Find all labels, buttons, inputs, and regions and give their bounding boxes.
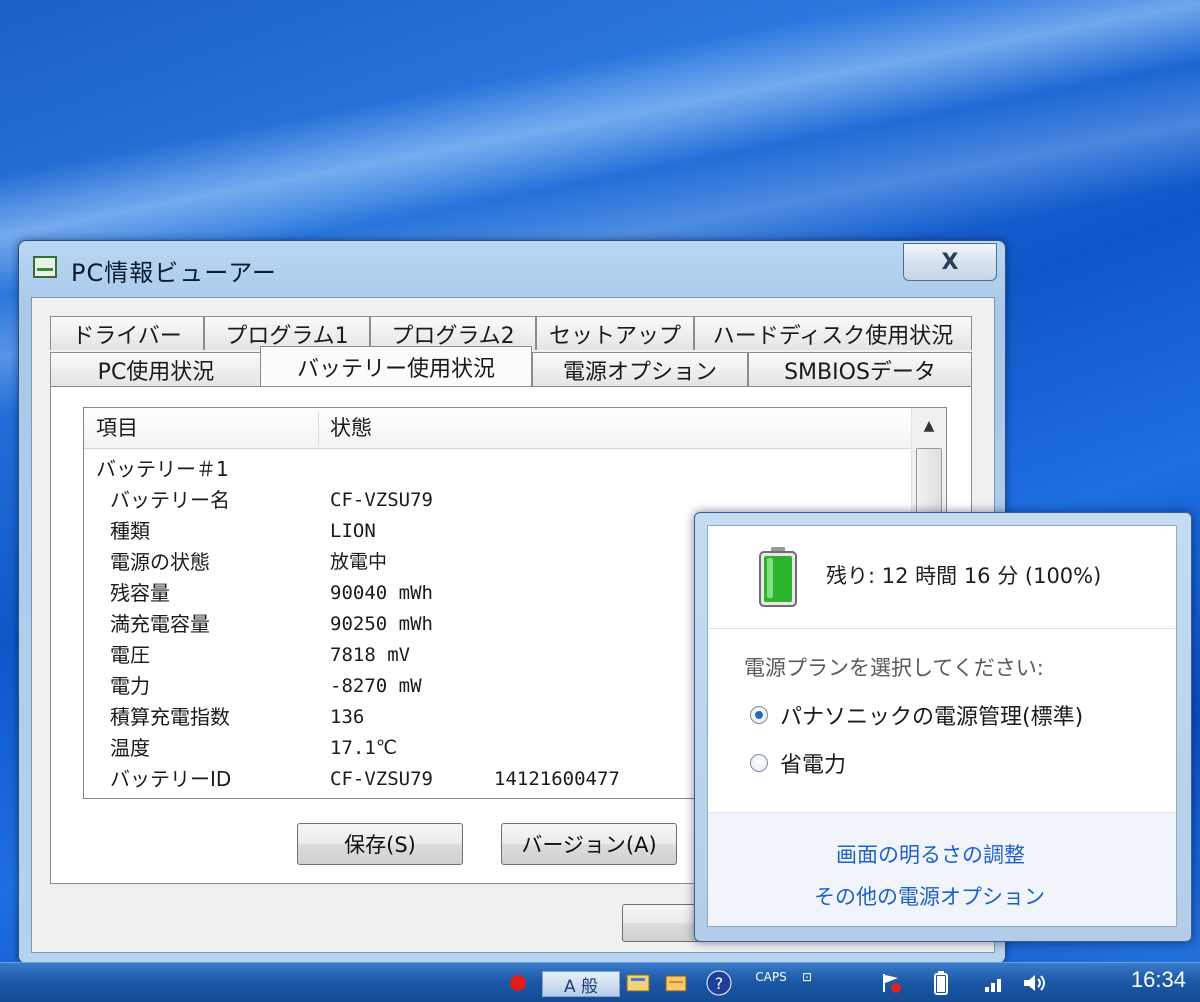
more-power-options-link[interactable]: その他の電源オプション [814, 881, 1045, 911]
adjust-brightness-link[interactable]: 画面の明るさの調整 [836, 839, 1025, 869]
battery-flyout-content: 残り: 12 時間 16 分 (100%) 電源プランを選択してください: パナ… [707, 525, 1177, 927]
app-icon [33, 256, 57, 278]
tab-program1[interactable]: プログラム1 [204, 316, 370, 350]
flyout-links-area: 画面の明るさの調整 その他の電源オプション [708, 812, 1176, 926]
row-key: 満充電容量 [110, 612, 210, 636]
version-button[interactable]: バージョン(A) [501, 823, 677, 865]
row-key: バッテリー名 [110, 488, 230, 512]
group-label: バッテリー＃1 [96, 457, 229, 481]
row-value: 7818 mV [330, 644, 411, 666]
row-value: CF-VZSU79 [330, 489, 433, 511]
row-extra-value: 14121600477 [494, 768, 620, 790]
row-value: 放電中 [330, 551, 388, 573]
row-key: 種類 [110, 519, 150, 543]
scroll-up-arrow-icon[interactable]: ▲ [912, 408, 946, 444]
power-plan-label: パナソニックの電源管理(標準) [780, 705, 1084, 730]
row-value: 136 [330, 706, 365, 728]
flyout-divider [708, 628, 1176, 629]
taskbar-clock[interactable]: 16:34 [1131, 967, 1186, 993]
column-divider[interactable] [318, 412, 319, 446]
row-key: 温度 [110, 736, 150, 760]
power-plan-option-power-saver[interactable]: 省電力 [750, 746, 846, 780]
radio-unselected-icon[interactable] [750, 754, 768, 772]
close-button[interactable]: X [903, 243, 997, 281]
list-header: 項目 状態 [84, 408, 912, 449]
row-value: -8270 mW [330, 675, 422, 697]
row-key: 積算充電指数 [110, 705, 230, 729]
caps-lock-indicator: CAPS [755, 970, 787, 984]
ime-dictionary-icon[interactable] [662, 971, 690, 995]
battery-icon [759, 547, 797, 607]
power-plan-prompt: 電源プランを選択してください: [744, 656, 1044, 680]
column-header-status[interactable]: 状態 [330, 408, 372, 448]
tab-battery-usage[interactable]: バッテリー使用状況 [260, 346, 532, 386]
power-plan-label: 省電力 [780, 753, 847, 778]
title-bar[interactable]: PC情報ビューアー X [19, 241, 1005, 297]
row-key: バッテリーID [110, 767, 232, 791]
tab-power-options[interactable]: 電源オプション [532, 352, 748, 386]
svg-text:?: ? [715, 974, 724, 993]
row-key: 残容量 [110, 581, 170, 605]
tab-program2[interactable]: プログラム2 [370, 316, 536, 350]
network-signal-icon[interactable] [982, 971, 1008, 995]
row-key: 電圧 [110, 643, 150, 667]
tab-pc-usage[interactable]: PC使用状況 [50, 352, 262, 386]
list-group-row[interactable]: バッテリー＃1 [84, 454, 912, 485]
battery-tray-icon[interactable] [928, 971, 954, 995]
row-key: 電源の状態 [110, 550, 210, 574]
radio-selected-icon[interactable] [750, 706, 768, 724]
kana-lock-icon: ⊡ [801, 970, 813, 984]
row-key: 電力 [110, 674, 150, 698]
tab-smbios-data[interactable]: SMBIOSデータ [748, 352, 972, 386]
power-plan-option-panasonic[interactable]: パナソニックの電源管理(標準) [750, 698, 1083, 732]
red-status-icon[interactable] [508, 971, 528, 995]
tab-driver[interactable]: ドライバー [50, 316, 204, 350]
row-value: CF-VZSU79 [330, 768, 433, 790]
taskbar: A 般 ? CAPS ⊡ 16:34 [0, 962, 1200, 1002]
row-value: 90250 mWh [330, 613, 433, 635]
column-header-item[interactable]: 項目 [96, 408, 138, 448]
window-title: PC情報ビューアー [71, 259, 277, 287]
action-center-flag-icon[interactable] [876, 971, 906, 995]
battery-flyout: 残り: 12 時間 16 分 (100%) 電源プランを選択してください: パナ… [694, 512, 1192, 942]
ime-tool-icon[interactable] [624, 971, 652, 995]
volume-icon[interactable] [1020, 971, 1050, 995]
battery-remaining-text: 残り: 12 時間 16 分 (100%) [826, 564, 1102, 588]
tab-hard-disk-usage[interactable]: ハードディスク使用状況 [694, 316, 972, 350]
tab-setup[interactable]: セットアップ [536, 316, 694, 350]
row-value: 90040 mWh [330, 582, 433, 604]
row-value: 17.1℃ [330, 737, 398, 759]
ime-language-bar[interactable]: A 般 [542, 971, 620, 997]
row-value: LION [330, 520, 376, 542]
save-button[interactable]: 保存(S) [297, 823, 463, 865]
help-icon[interactable]: ? [704, 970, 734, 996]
